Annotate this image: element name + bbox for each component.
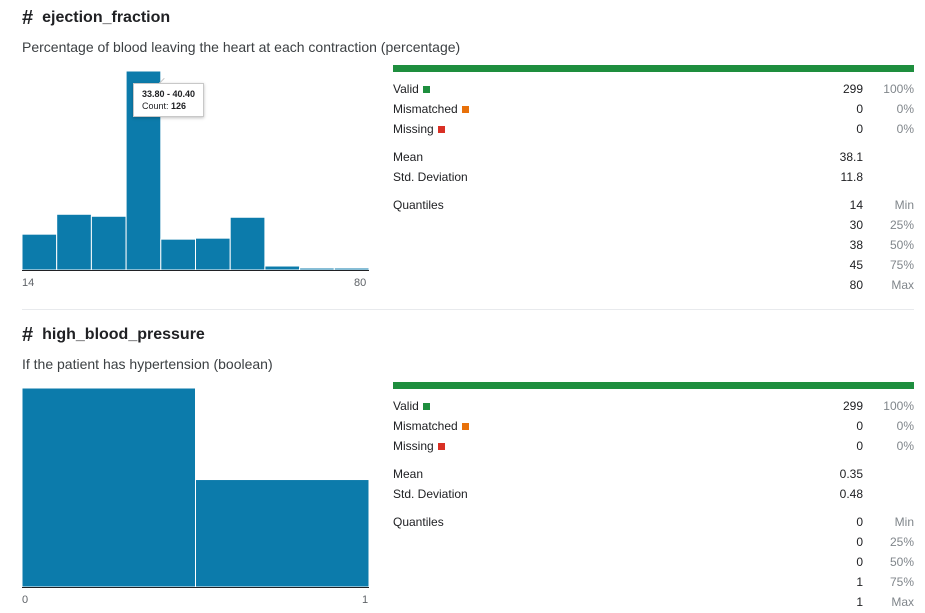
histogram-bar[interactable] [229,216,266,271]
stat-quantile-50: 38 50% [849,238,914,252]
missing-swatch-icon [437,125,445,133]
stat-missing: Missing 0 0% [393,439,914,453]
x-max-label: 80 [354,277,367,289]
column-title: # ejection_fraction [22,8,170,28]
x-min-label: 0 [22,594,29,606]
stat-quantile-75: 1 75% [856,575,914,589]
x-min-label: 14 [22,277,35,289]
stat-valid: Valid 299 100% [393,399,914,413]
column-name: ejection_fraction [42,9,171,26]
histogram-chart[interactable] [21,387,370,588]
histogram-bar[interactable] [21,387,196,588]
valid-swatch-icon [422,85,430,93]
histogram-bar[interactable] [333,267,370,271]
column-stats: Valid 299 100% Mismatched 0 0% Missing 0… [393,65,914,305]
stat-quantile-max: 1 Max [856,595,914,609]
histogram-bar[interactable] [195,237,231,271]
hash-icon: # [22,7,34,29]
stat-quantile-min: Quantiles 14 Min [393,198,914,212]
valid-proportion-bar[interactable] [393,65,914,72]
hash-icon: # [22,324,34,346]
stat-quantile-50: 0 50% [856,555,914,569]
stat-quantile-25: 30 25% [849,218,914,232]
column-card-high-blood-pressure: # high_blood_pressure If the patient has… [0,317,925,613]
valid-proportion-bar[interactable] [393,382,914,389]
mismatched-swatch-icon [461,105,469,113]
stat-quantile-75: 45 75% [849,258,914,272]
histogram-bar[interactable] [299,267,335,271]
stat-mismatched: Mismatched 0 0% [393,102,914,116]
stat-missing: Missing 0 0% [393,122,914,136]
column-title: # high_blood_pressure [22,325,205,345]
histogram-tooltip: 33.80 - 40.40 Count: 126 [133,83,205,117]
column-name: high_blood_pressure [42,326,205,343]
column-description: Percentage of blood leaving the heart at… [22,39,461,55]
tooltip-range: 33.80 - 40.40 [142,89,196,99]
column-card-ejection-fraction: # ejection_fraction Percentage of blood … [0,0,925,310]
tooltip-count: Count: 126 [142,101,187,111]
section-divider [22,309,914,310]
valid-swatch-icon [422,402,430,410]
mismatched-swatch-icon [461,422,469,430]
histogram-bar[interactable] [21,233,58,271]
x-max-label: 1 [362,594,369,606]
stat-mean: Mean 38.1 [393,150,863,164]
stat-quantile-25: 0 25% [856,535,914,549]
histogram-bar[interactable] [160,238,197,271]
quantiles-label: Quantiles [393,198,444,212]
histogram-bar[interactable] [56,213,92,271]
stat-quantile-max: 80 Max [849,278,914,292]
histogram[interactable] [21,387,370,588]
histogram-bar[interactable] [195,479,370,588]
stat-quantile-min: Quantiles 0 Min [393,515,914,529]
histogram-bar[interactable] [264,265,301,271]
quantiles-label: Quantiles [393,515,444,529]
missing-swatch-icon [437,442,445,450]
stat-valid: Valid 299 100% [393,82,914,96]
stat-mean: Mean 0.35 [393,467,863,481]
column-stats: Valid 299 100% Mismatched 0 0% Missing 0… [393,382,914,612]
stat-std-deviation: Std. Deviation 11.8 [393,170,863,184]
column-description: If the patient has hypertension (boolean… [22,356,273,372]
histogram-bar[interactable] [90,215,127,271]
stat-mismatched: Mismatched 0 0% [393,419,914,433]
stat-std-deviation: Std. Deviation 0.48 [393,487,863,501]
